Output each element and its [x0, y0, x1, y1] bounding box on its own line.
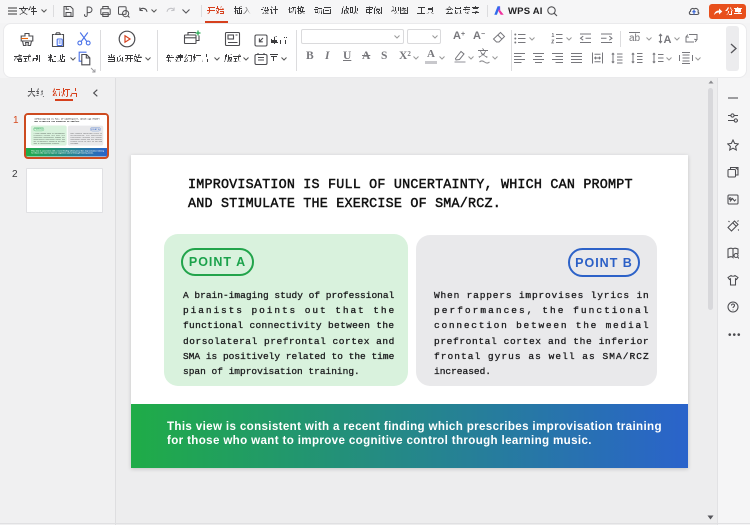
svg-text:A: A [664, 34, 672, 45]
